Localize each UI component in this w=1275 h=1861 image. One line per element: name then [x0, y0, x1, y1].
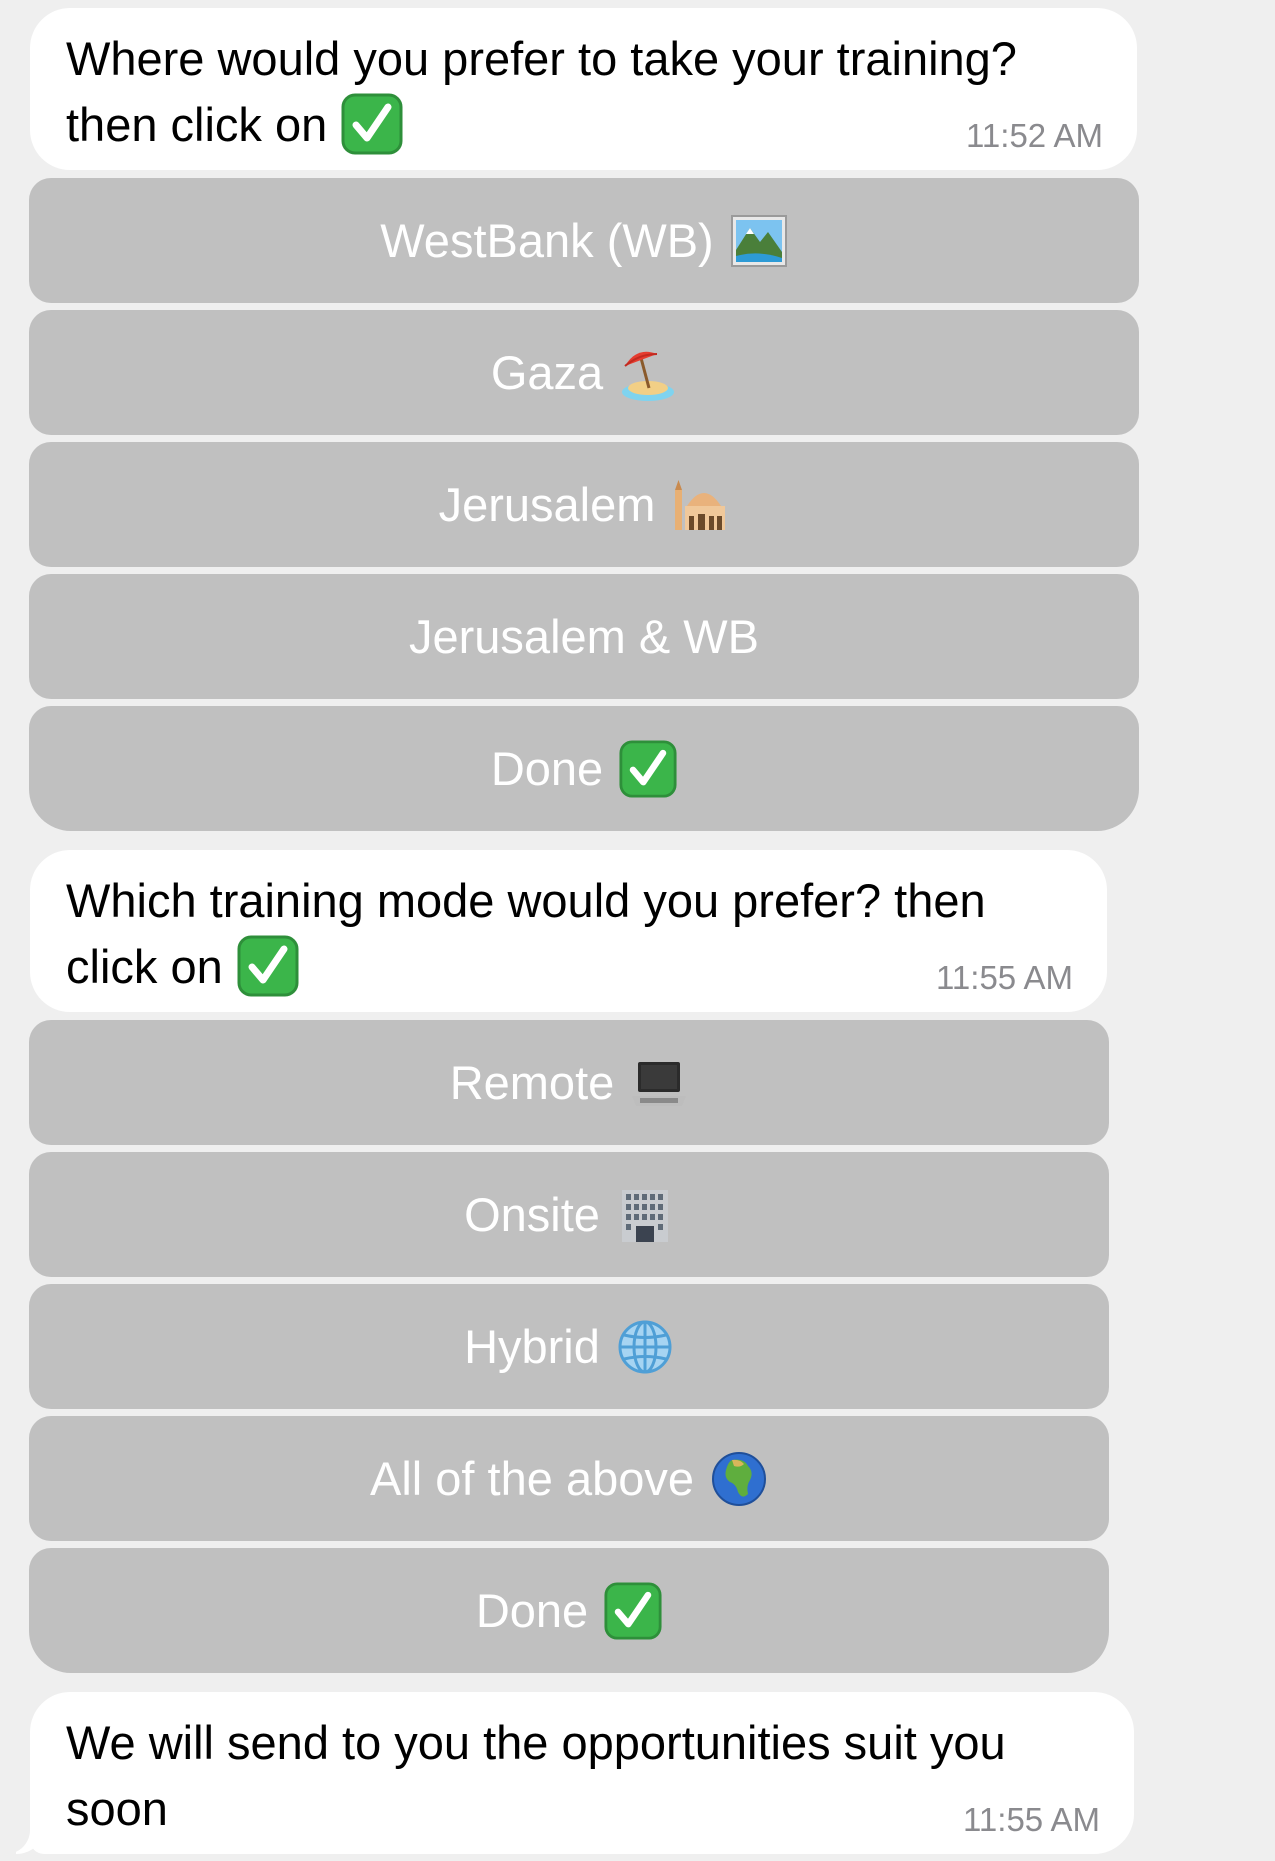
option-button-jerusalem-wb[interactable]: Jerusalem & WB: [29, 574, 1139, 699]
message-group-final: We will send to you the opportunities su…: [6, 1692, 1134, 1854]
message-group-mode: Which training mode would you prefer? th…: [29, 850, 1109, 1680]
message-timestamp: 11:52 AM: [966, 117, 1103, 154]
message-text: Where would you prefer to take your trai…: [66, 32, 1017, 151]
button-label: Onsite: [464, 1188, 600, 1241]
option-button-all[interactable]: All of the above: [29, 1416, 1109, 1541]
option-button-westbank[interactable]: WestBank (WB): [29, 178, 1139, 303]
check-mark-button-icon: [341, 93, 403, 155]
button-label: All of the above: [370, 1452, 694, 1505]
done-button[interactable]: Done: [29, 706, 1139, 831]
message-bubble: Where would you prefer to take your trai…: [30, 8, 1137, 170]
option-button-jerusalem[interactable]: Jerusalem: [29, 442, 1139, 567]
button-label: Remote: [449, 1056, 615, 1109]
message-timestamp: 11:55 AM: [936, 959, 1073, 996]
inline-keyboard: WestBank (WB) Gaza Jerusalem Jerusalem &…: [29, 178, 1139, 831]
globe-meridians-icon: [616, 1318, 674, 1376]
button-label: Jerusalem & WB: [409, 610, 759, 663]
button-label: WestBank (WB): [380, 214, 714, 267]
button-label: Jerusalem: [438, 478, 656, 531]
beach-umbrella-island-icon: [619, 344, 677, 402]
button-label: Done: [475, 1584, 589, 1637]
message-text: We will send to you the opportunities su…: [66, 1716, 1006, 1835]
option-button-gaza[interactable]: Gaza: [29, 310, 1139, 435]
button-label: Hybrid: [464, 1320, 600, 1373]
message-timestamp: 11:55 AM: [963, 1801, 1100, 1838]
message-bubble: We will send to you the opportunities su…: [6, 1692, 1134, 1854]
option-button-hybrid[interactable]: Hybrid: [29, 1284, 1109, 1409]
check-mark-button-icon: [237, 935, 299, 997]
button-label: Done: [490, 742, 604, 795]
laptop-icon: [630, 1054, 688, 1112]
bubble-tail: [6, 1824, 46, 1854]
option-button-remote[interactable]: Remote: [29, 1020, 1109, 1145]
message-group-location: Where would you prefer to take your trai…: [29, 8, 1139, 838]
check-mark-button-icon: [604, 1581, 662, 1640]
earth-africa-icon: [710, 1450, 768, 1508]
office-building-icon: [616, 1186, 674, 1244]
done-button[interactable]: Done: [29, 1548, 1109, 1673]
message-text: Which training mode would you prefer? th…: [66, 874, 986, 993]
landscape-picture-icon: [730, 212, 788, 270]
message-bubble: Which training mode would you prefer? th…: [30, 850, 1107, 1012]
button-label: Gaza: [490, 346, 604, 399]
check-mark-button-icon: [619, 739, 677, 798]
inline-keyboard: Remote Onsite Hybrid All of the above Do…: [29, 1020, 1109, 1673]
mosque-icon: [671, 476, 729, 534]
option-button-onsite[interactable]: Onsite: [29, 1152, 1109, 1277]
